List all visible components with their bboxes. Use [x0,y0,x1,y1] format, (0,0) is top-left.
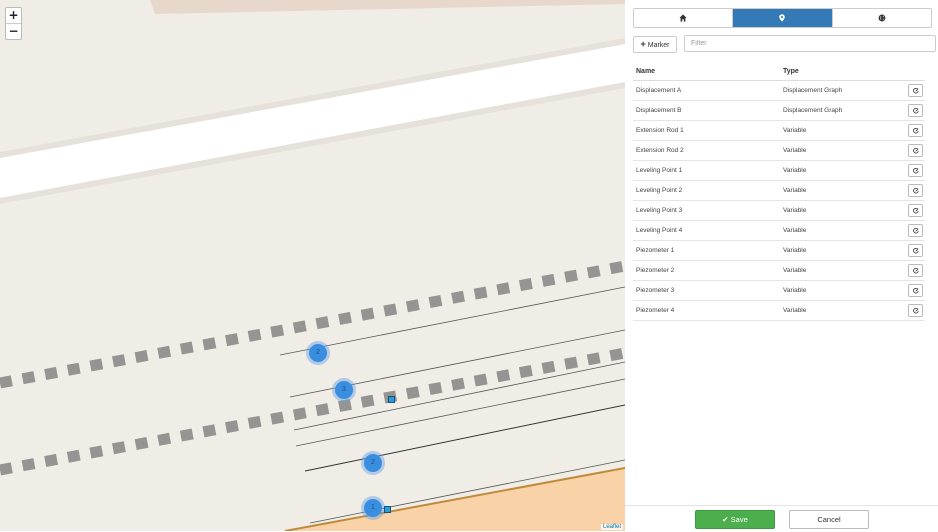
edit-icon [912,87,919,93]
table-row[interactable]: Piezometer 4 Variable [633,301,925,321]
row-type: Variable [783,207,807,214]
edit-icon [912,287,919,293]
zoom-in-button[interactable]: + [6,8,21,24]
row-name: Piezometer 2 [636,267,675,274]
map-road [0,44,625,198]
edit-button[interactable] [908,164,923,177]
map-tiles [0,0,625,531]
edit-icon [912,187,919,193]
map-view[interactable]: + − 2 3 2 1 Leaflet [0,0,625,531]
panel-tabs [633,8,932,28]
row-type: Variable [783,287,807,294]
table-row[interactable]: Leveling Point 2 Variable [633,181,925,201]
edit-icon [912,307,919,313]
edit-icon [912,227,919,233]
row-name: Extension Rod 2 [636,147,684,154]
globe-icon [878,14,886,22]
column-header-name: Name [636,67,656,75]
map-rail-1 [0,260,625,389]
row-type: Variable [783,187,807,194]
edit-button[interactable] [908,264,923,277]
map-square-marker[interactable] [388,396,395,403]
map-marker[interactable]: 1 [364,499,382,517]
zoom-out-button[interactable]: − [6,24,21,39]
edit-button[interactable] [908,204,923,217]
edit-button[interactable] [908,284,923,297]
cancel-button[interactable]: Cancel [789,510,869,529]
table-row[interactable]: Extension Rod 2 Variable [633,141,925,161]
tab-globe[interactable] [832,9,931,27]
table-body: Displacement A Displacement Graph Displace… [633,81,925,321]
row-name: Displacement B [636,107,682,114]
map-marker[interactable]: 2 [309,344,327,362]
edit-button[interactable] [908,124,923,137]
map-building-top [150,0,625,14]
edit-icon [912,207,919,213]
row-name: Piezometer 4 [636,307,675,314]
tab-home[interactable] [634,9,734,27]
markers-table: Name Type Displacement A Displacement Gra… [633,62,925,321]
check-icon: ✔ [722,515,729,524]
edit-icon [912,107,919,113]
row-type: Variable [783,307,807,314]
home-icon [679,14,687,22]
save-button[interactable]: ✔ Save [695,510,775,529]
edit-button[interactable] [908,144,923,157]
save-button-label: Save [730,515,748,524]
row-type: Variable [783,227,807,234]
add-marker-button[interactable]: + Marker [633,36,677,53]
edit-icon [912,267,919,273]
column-header-type: Type [783,67,799,75]
zoom-control: + − [5,7,22,40]
edit-icon [912,127,919,133]
table-row[interactable]: Leveling Point 4 Variable [633,221,925,241]
table-row[interactable]: Piezometer 2 Variable [633,261,925,281]
row-type: Variable [783,127,807,134]
map-marker-icon [779,14,786,22]
table-row[interactable]: Leveling Point 3 Variable [633,201,925,221]
table-row[interactable]: Piezometer 3 Variable [633,281,925,301]
tab-markers[interactable] [733,9,833,27]
filter-input[interactable] [684,35,936,52]
row-type: Variable [783,147,807,154]
edit-icon [912,167,919,173]
row-type: Variable [783,247,807,254]
edit-button[interactable] [908,224,923,237]
edit-icon [912,247,919,253]
edit-button[interactable] [908,244,923,257]
table-row[interactable]: Displacement B Displacement Graph [633,101,925,121]
row-name: Extension Rod 1 [636,127,684,134]
plus-icon: + [640,39,646,49]
edit-button[interactable] [908,304,923,317]
row-type: Displacement Graph [783,107,843,114]
edit-button[interactable] [908,84,923,97]
map-marker[interactable]: 3 [335,381,353,399]
row-name: Leveling Point 4 [636,227,683,234]
row-name: Leveling Point 1 [636,167,683,174]
table-row[interactable]: Leveling Point 1 Variable [633,161,925,181]
map-square-marker[interactable] [384,506,391,513]
row-type: Variable [783,167,807,174]
map-attribution[interactable]: Leaflet [600,524,623,530]
row-name: Leveling Point 2 [636,187,683,194]
edit-icon [912,147,919,153]
panel-footer: ✔ Save Cancel [625,505,938,532]
table-row[interactable]: Displacement A Displacement Graph [633,81,925,101]
row-type: Variable [783,267,807,274]
edit-button[interactable] [908,184,923,197]
row-type: Displacement Graph [783,87,843,94]
add-marker-label: Marker [647,42,670,49]
table-row[interactable]: Piezometer 1 Variable [633,241,925,261]
side-panel: +Marker Name Type Displacement ADisplace… [625,0,938,531]
edit-button[interactable] [908,104,923,117]
row-name: Piezometer 1 [636,247,675,254]
row-name: Leveling Point 3 [636,207,683,214]
map-marker[interactable]: 2 [364,454,382,472]
row-name: Displacement A [636,87,682,94]
table-header: Name Type [633,62,925,81]
row-name: Piezometer 3 [636,287,675,294]
table-row[interactable]: Extension Rod 1 Variable [633,121,925,141]
